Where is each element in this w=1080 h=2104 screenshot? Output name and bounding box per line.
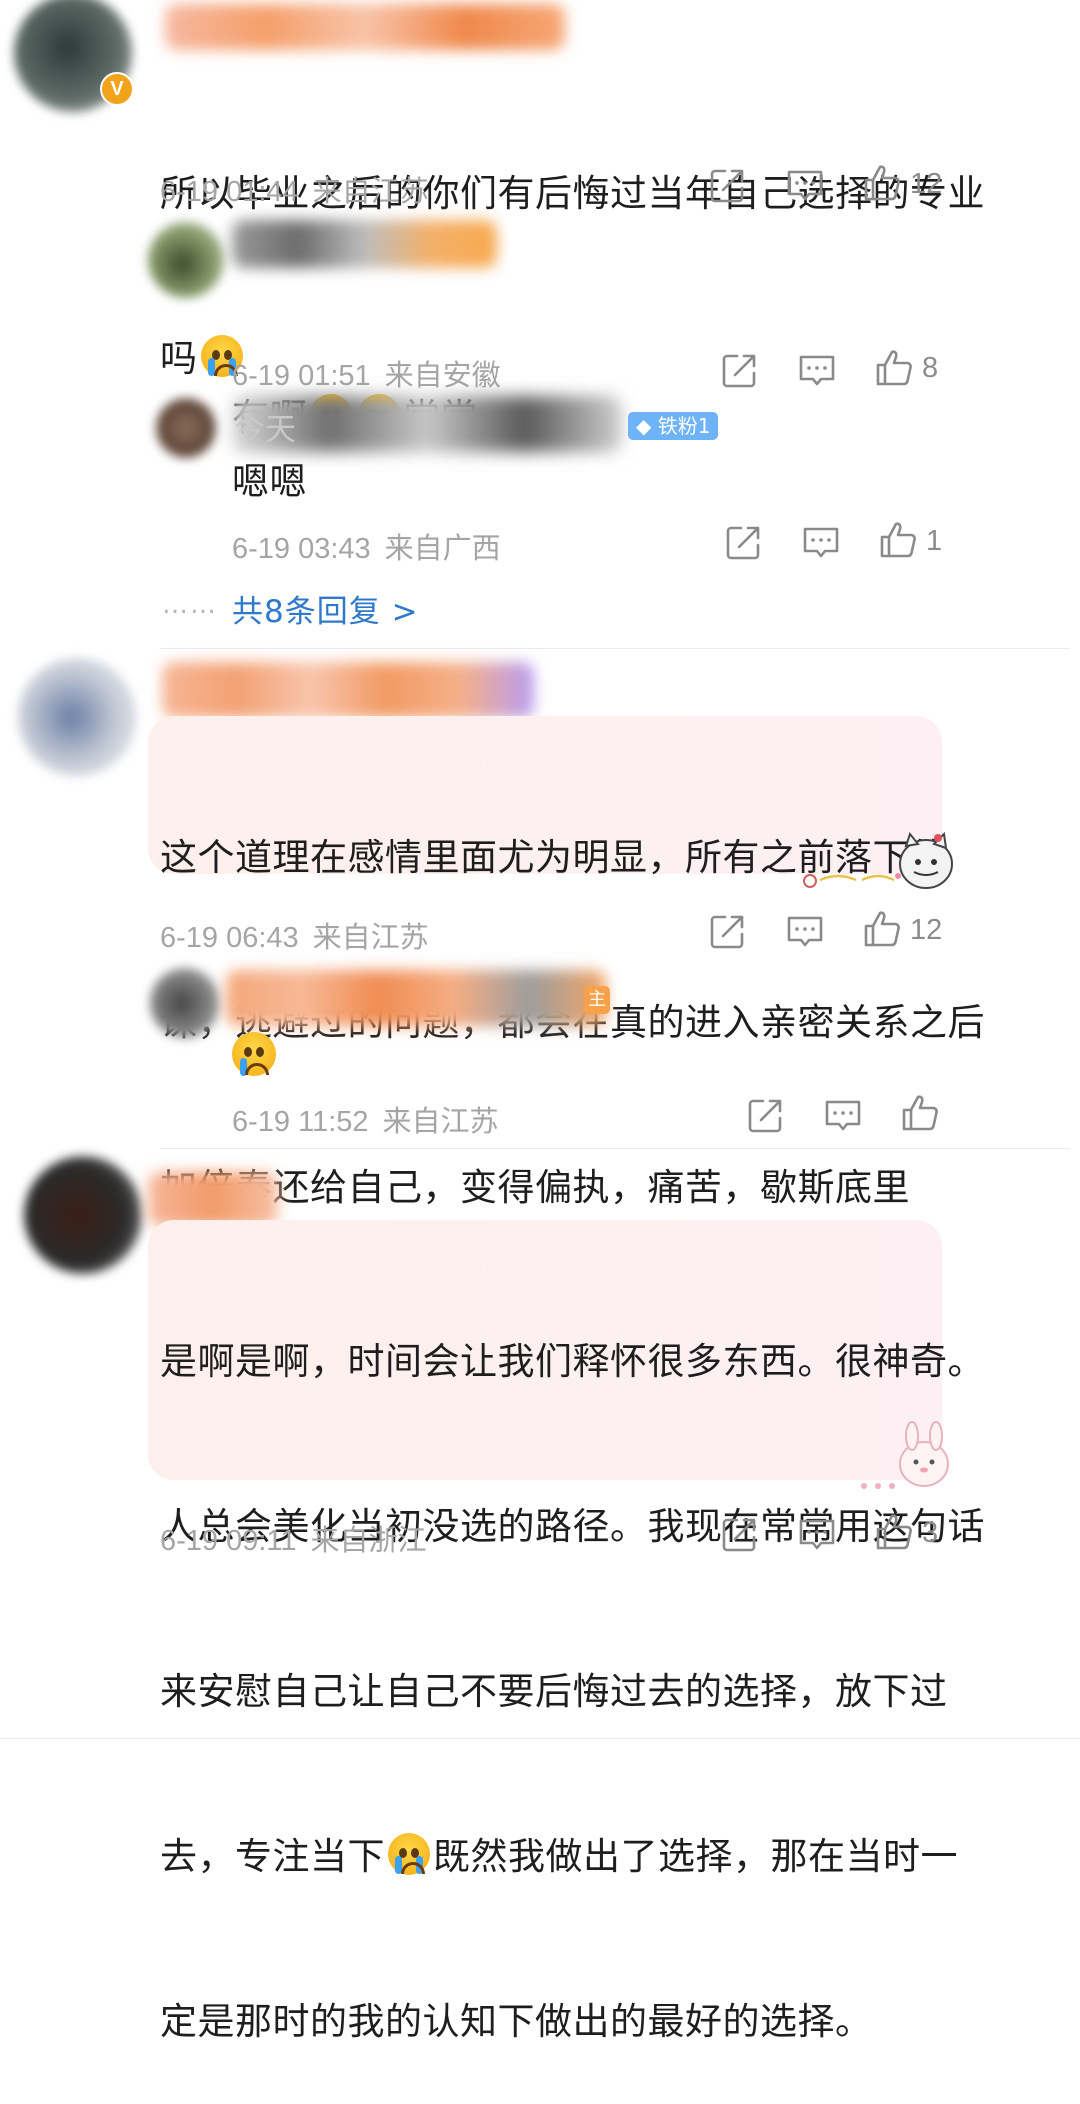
thumbs-up-icon[interactable] bbox=[862, 909, 902, 949]
thumbs-up-icon[interactable] bbox=[878, 520, 918, 560]
comment-location: 来自江苏 bbox=[382, 1106, 499, 1138]
share-icon[interactable] bbox=[724, 522, 764, 562]
comment-location: 来自广西 bbox=[384, 533, 501, 565]
comment-location: 来自安徽 bbox=[384, 360, 501, 392]
comment-date: 6-19 01:44 bbox=[160, 176, 299, 208]
comment-meta: 6-19 06:43 来自江苏 bbox=[160, 914, 429, 956]
comment-date: 6-19 09:11 bbox=[160, 1525, 297, 1557]
comment-meta: 6-19 01:44 来自江苏 bbox=[160, 168, 429, 210]
avatar[interactable] bbox=[18, 658, 136, 776]
like-count: 1 bbox=[926, 525, 943, 557]
comment-meta: 6-19 09:11 来自浙江 bbox=[160, 1517, 427, 1559]
thumbs-up-icon[interactable] bbox=[874, 1512, 914, 1552]
comment-icon[interactable] bbox=[801, 522, 841, 562]
username[interactable] bbox=[232, 220, 497, 268]
divider bbox=[160, 1148, 1070, 1149]
share-icon[interactable] bbox=[746, 1095, 786, 1135]
comment-icon[interactable] bbox=[823, 1095, 863, 1135]
like-count: 3 bbox=[922, 1517, 939, 1549]
host-badge: 主 bbox=[584, 986, 610, 1014]
username-fragment: 今天 bbox=[234, 412, 296, 448]
comment-location: 来自江苏 bbox=[312, 922, 429, 954]
diamond-icon: ◆ bbox=[636, 414, 658, 438]
comment-date: 6-19 01:51 bbox=[232, 360, 371, 392]
fan-badge: ◆ 铁粉1 bbox=[628, 412, 719, 440]
comment-date: 6-19 03:43 bbox=[232, 533, 371, 565]
comment-meta: 6-19 01:51 来自安徽 bbox=[232, 352, 501, 394]
avatar[interactable] bbox=[156, 398, 216, 458]
sad-tear-face-icon bbox=[232, 1032, 276, 1076]
crying-face-icon bbox=[388, 1833, 430, 1875]
avatar[interactable] bbox=[24, 1156, 142, 1274]
like-count: 8 bbox=[922, 352, 939, 384]
username[interactable] bbox=[226, 970, 606, 1026]
divider bbox=[0, 1738, 1080, 1739]
username[interactable] bbox=[165, 4, 565, 50]
comment-icon[interactable] bbox=[785, 165, 825, 205]
thumbs-up-icon[interactable] bbox=[900, 1093, 940, 1133]
comment-text: 是啊是啊，时间会让我们释怀很多东西。很神奇。 人总会美化当初没选的路径。我现在常… bbox=[160, 1340, 985, 2043]
username[interactable] bbox=[162, 662, 534, 718]
comment-icon[interactable] bbox=[797, 1514, 837, 1554]
avatar[interactable] bbox=[148, 222, 224, 298]
comment-location: 来自浙江 bbox=[310, 1525, 427, 1557]
comment-meta: 6-19 03:43 来自广西 bbox=[232, 525, 501, 567]
thumbs-up-icon[interactable] bbox=[874, 348, 914, 388]
comment-location: 来自江苏 bbox=[312, 176, 429, 208]
avatar[interactable] bbox=[150, 968, 220, 1038]
comment-date: 6-19 11:52 bbox=[232, 1106, 369, 1138]
cat-sticker-icon bbox=[803, 831, 953, 889]
divider bbox=[160, 648, 1070, 649]
thumbs-up-icon[interactable] bbox=[862, 163, 902, 203]
like-count: 12 bbox=[910, 914, 943, 946]
comment-icon[interactable] bbox=[785, 911, 825, 951]
comment-text: 嗯嗯 bbox=[232, 460, 307, 503]
share-icon[interactable] bbox=[720, 1514, 760, 1554]
more-replies-link[interactable]: 共8条回复 > bbox=[232, 586, 419, 631]
comment-meta: 6-19 11:52 来自江苏 bbox=[232, 1098, 499, 1140]
share-icon[interactable] bbox=[708, 165, 748, 205]
like-count: 12 bbox=[910, 168, 943, 200]
share-icon[interactable] bbox=[720, 350, 760, 390]
verified-badge: V bbox=[100, 72, 134, 106]
username[interactable] bbox=[148, 1172, 278, 1226]
bunny-sticker-icon bbox=[861, 1421, 949, 1489]
comment-date: 6-19 06:43 bbox=[160, 922, 299, 954]
more-dots: …… bbox=[162, 590, 218, 620]
share-icon[interactable] bbox=[708, 911, 748, 951]
comment-icon[interactable] bbox=[797, 350, 837, 390]
